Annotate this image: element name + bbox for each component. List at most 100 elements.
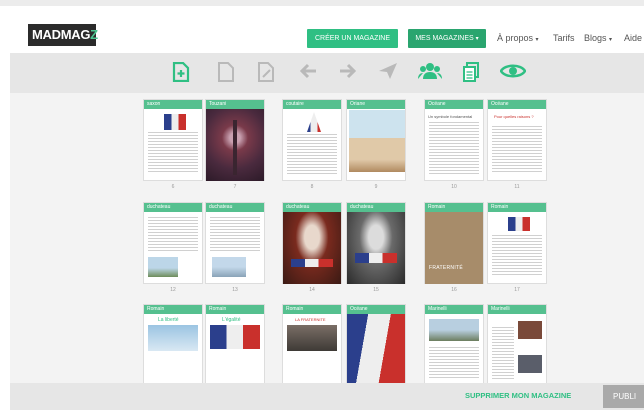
nav-help[interactable]: Aide (624, 33, 642, 43)
chevron-down-icon: ▾ (535, 37, 539, 43)
logo-text: MADMAG (32, 27, 91, 42)
page-author-tab: Touzani (206, 100, 264, 109)
magazine-page[interactable]: Océane (346, 304, 406, 383)
magazine-page[interactable]: Marinelli (487, 304, 547, 383)
page-text (148, 215, 198, 253)
page-text (429, 120, 479, 174)
page-author-tab: duchateau (206, 203, 264, 212)
page-number: 7 (233, 184, 237, 190)
page-image (349, 110, 405, 172)
page-image (508, 217, 530, 231)
page-headline: Un symbole fondamental (428, 114, 473, 119)
page-text (492, 124, 542, 174)
page-author-tab: Romain (283, 305, 341, 314)
nav-pricing[interactable]: Tarifs (553, 33, 575, 43)
magazine-page[interactable]: duchateau (282, 202, 342, 284)
page-number: 8 (310, 184, 314, 190)
magazine-page[interactable]: duchateau (205, 202, 265, 284)
page-headline: LA FRATERNITE (295, 317, 326, 322)
page-text (210, 215, 260, 253)
page-icon[interactable] (215, 62, 237, 84)
page-image (429, 319, 479, 341)
page-image (210, 325, 260, 349)
page-number: 10 (451, 184, 457, 190)
my-magazines-label: MES MAGAZINES (415, 35, 474, 42)
eiffel-tower-image (233, 120, 237, 175)
magazine-page[interactable]: Touzani (205, 99, 265, 181)
page-text (148, 130, 198, 174)
magazine-page[interactable]: Romain (487, 202, 547, 284)
page-image (148, 325, 198, 351)
page-image (283, 212, 341, 284)
magazine-page[interactable]: duchateau (143, 202, 203, 284)
page-image (355, 253, 397, 263)
edit-page-icon[interactable] (255, 62, 277, 84)
page-image (291, 259, 333, 267)
page-headline: Pour quelles raisons ? (494, 114, 534, 119)
arrow-left-icon[interactable] (297, 62, 319, 84)
page-number: 11 (514, 184, 520, 190)
magazine-pages-grid: saxon 6 Touzani 7 coutaire 8 Oriane 9 Oc… (10, 93, 644, 383)
page-image (425, 212, 483, 284)
magazine-page[interactable]: duchateau (346, 202, 406, 284)
magazine-page[interactable]: Romain L'égalité (205, 304, 265, 383)
top-navigation-bar: MADMAGZ CRÉER UN MAGAZINE MES MAGAZINES … (0, 0, 644, 52)
arrow-right-icon[interactable] (337, 62, 359, 84)
page-text (287, 132, 337, 174)
madmagz-logo[interactable]: MADMAGZ (28, 24, 98, 46)
page-author-tab: Romain (488, 203, 546, 212)
chevron-down-icon: ▾ (609, 37, 613, 43)
page-author-tab: coutaire (283, 100, 341, 109)
editor-toolbar (10, 53, 644, 93)
delete-magazine-button[interactable]: SUPPRIMER MON MAGAZINE (465, 391, 571, 400)
page-author-tab: Océane (488, 100, 546, 109)
page-headline: La liberté (158, 317, 179, 323)
magazine-page[interactable]: Marinelli (424, 304, 484, 383)
page-number: 12 (170, 287, 176, 293)
page-number: 6 (171, 184, 175, 190)
page-author-tab: Océane (425, 100, 483, 109)
magazine-page[interactable]: Romain FRATERNITÉ (424, 202, 484, 284)
magazine-page[interactable]: Oriane (346, 99, 406, 181)
magazine-page[interactable]: saxon (143, 99, 203, 181)
nav-blogs[interactable]: Blogs ▾ (584, 33, 612, 43)
magazine-page[interactable]: coutaire (282, 99, 342, 181)
page-author-tab: Océane (347, 305, 405, 314)
nav-blogs-label: Blogs (584, 33, 607, 43)
page-author-tab: Romain (206, 305, 264, 314)
page-number: 16 (451, 287, 457, 293)
page-author-tab: Oriane (347, 100, 405, 109)
page-image (287, 325, 337, 351)
page-text (492, 325, 514, 379)
create-magazine-button[interactable]: CRÉER UN MAGAZINE (307, 29, 398, 48)
page-author-tab: Marinelli (425, 305, 483, 314)
page-image (347, 314, 405, 383)
magazine-page[interactable]: Océane Un symbole fondamental (424, 99, 484, 181)
nav-about[interactable]: À propos ▾ (497, 33, 539, 43)
page-image (518, 355, 542, 373)
magazine-page[interactable]: Océane Pour quelles raisons ? (487, 99, 547, 181)
send-icon[interactable] (377, 62, 399, 84)
users-icon[interactable] (418, 62, 442, 84)
page-text (429, 345, 479, 379)
eye-icon[interactable] (499, 62, 527, 84)
page-image (518, 321, 542, 339)
page-number: 17 (514, 287, 520, 293)
page-image (212, 257, 246, 277)
page-image (347, 212, 405, 284)
add-page-icon[interactable] (170, 61, 192, 84)
page-number: 9 (374, 184, 378, 190)
page-number: 13 (232, 287, 238, 293)
page-author-tab: Romain (425, 203, 483, 212)
copy-icon[interactable] (460, 62, 482, 84)
logo-accent: Z (90, 27, 98, 42)
page-author-tab: Romain (144, 305, 202, 314)
page-number: 14 (309, 287, 315, 293)
page-headline: FRATERNITÉ (429, 265, 464, 271)
publish-button[interactable]: PUBLI (603, 385, 644, 408)
page-author-tab: saxon (144, 100, 202, 109)
page-text (492, 233, 542, 277)
magazine-page[interactable]: Romain La liberté (143, 304, 203, 383)
magazine-page[interactable]: Romain LA FRATERNITE (282, 304, 342, 383)
my-magazines-button[interactable]: MES MAGAZINES ▾ (408, 29, 486, 48)
